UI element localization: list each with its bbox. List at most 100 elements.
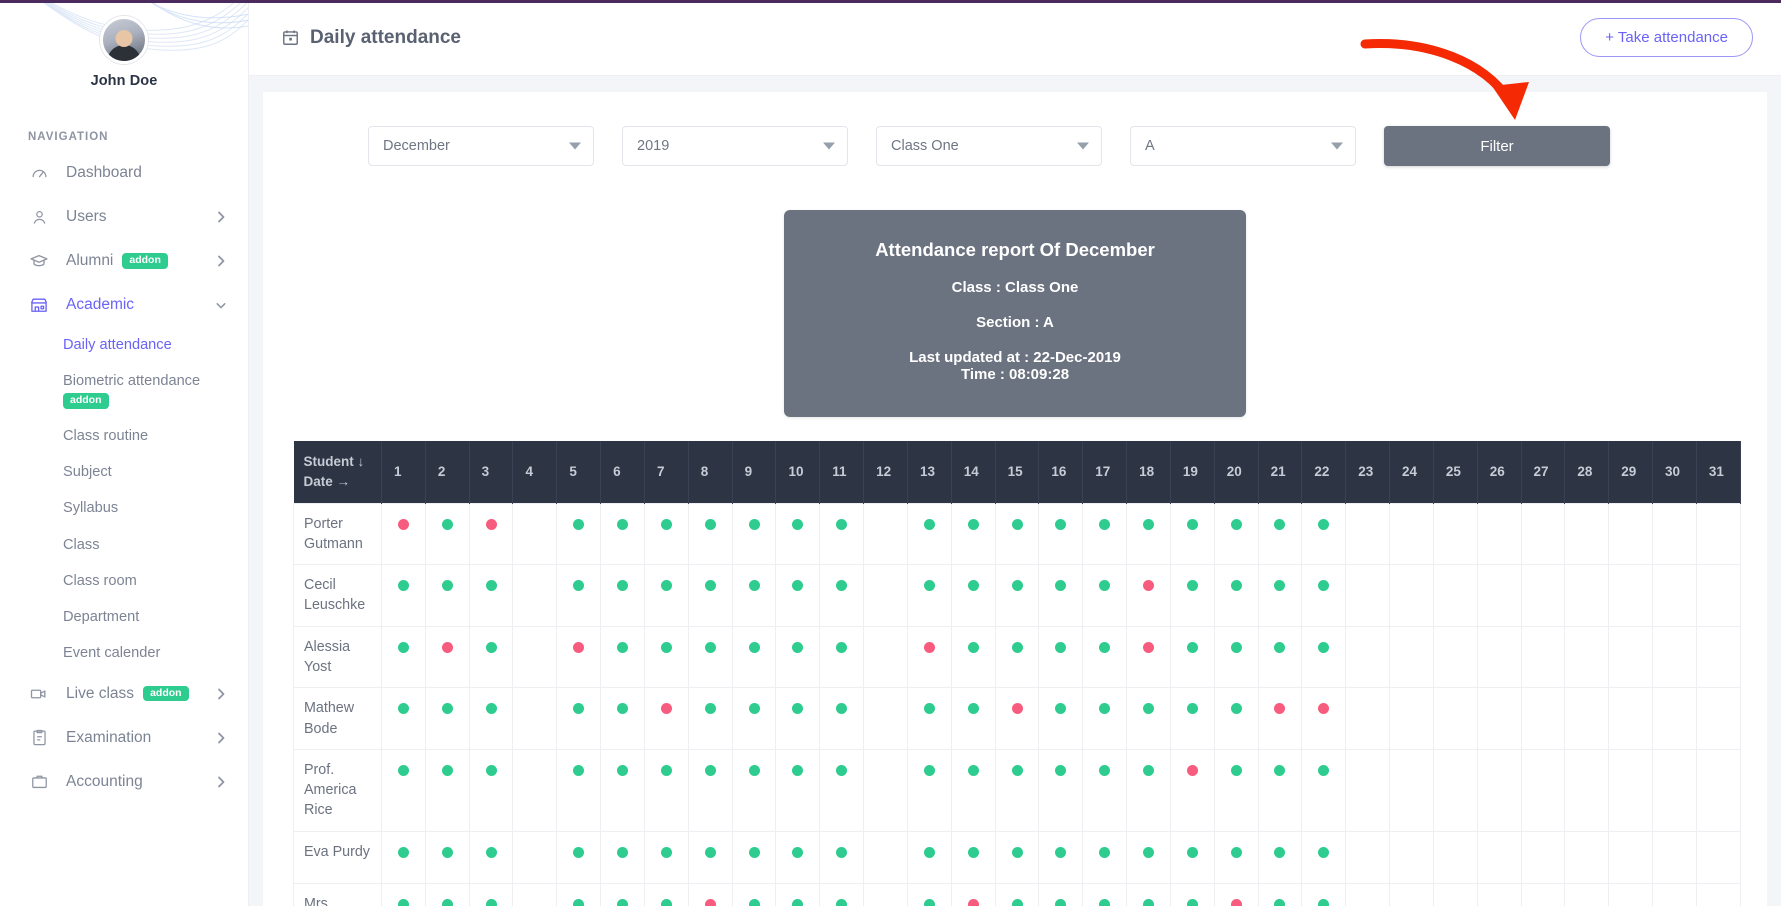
attendance-cell xyxy=(513,749,557,831)
attendance-cell xyxy=(820,883,864,906)
attendance-cell xyxy=(557,565,601,627)
day-header-26: 26 xyxy=(1477,441,1521,503)
sidebar-item-label: Dashboard xyxy=(66,164,226,182)
sidebar-subitem-class-routine[interactable]: Class routine xyxy=(0,418,248,454)
attendance-cell xyxy=(557,503,601,565)
sidebar-subitem-class[interactable]: Class xyxy=(0,527,248,563)
attendance-cell xyxy=(1214,626,1258,688)
sidebar-item-users[interactable]: Users xyxy=(0,195,248,239)
sidebar-item-alumni[interactable]: Alumniaddon xyxy=(0,239,248,283)
present-dot-icon xyxy=(1187,580,1198,591)
attendance-cell xyxy=(1653,565,1697,627)
attendance-cell xyxy=(1433,503,1477,565)
year-select-wrapper: 2019 xyxy=(622,126,848,166)
sidebar-item-examination[interactable]: Examination xyxy=(0,716,248,760)
present-dot-icon xyxy=(1231,703,1242,714)
sidebar-subitem-event-calender[interactable]: Event calender xyxy=(0,635,248,671)
present-dot-icon xyxy=(661,642,672,653)
addon-badge: addon xyxy=(122,253,168,269)
present-dot-icon xyxy=(398,642,409,653)
attendance-table-scroll[interactable]: Student ↓ Date → 12345678910111213141516… xyxy=(263,441,1767,906)
class-select[interactable]: Class One xyxy=(876,126,1102,166)
sidebar-item-academic[interactable]: Academic xyxy=(0,283,248,327)
day-header-31: 31 xyxy=(1696,441,1740,503)
attendance-cell xyxy=(1390,503,1434,565)
day-header-19: 19 xyxy=(1170,441,1214,503)
attendance-cell xyxy=(1258,626,1302,688)
attendance-cell xyxy=(1127,831,1171,883)
sidebar-subitem-syllabus[interactable]: Syllabus xyxy=(0,490,248,526)
sidebar: John Doe NAVIGATION Dashboard Users xyxy=(0,0,249,906)
present-dot-icon xyxy=(968,703,979,714)
avatar[interactable] xyxy=(100,16,148,64)
present-dot-icon xyxy=(1143,765,1154,776)
attendance-cell xyxy=(1433,749,1477,831)
attendance-cell xyxy=(732,688,776,750)
day-header-1: 1 xyxy=(382,441,426,503)
main-content: Daily attendance + Take attendance Decem… xyxy=(249,0,1781,906)
month-select[interactable]: December xyxy=(368,126,594,166)
sidebar-subitem-daily-attendance[interactable]: Daily attendance xyxy=(0,327,248,363)
present-dot-icon xyxy=(1099,765,1110,776)
attendance-cell xyxy=(1346,749,1390,831)
present-dot-icon xyxy=(1274,642,1285,653)
present-dot-icon xyxy=(749,519,760,530)
attendance-cell xyxy=(1346,503,1390,565)
day-header-24: 24 xyxy=(1390,441,1434,503)
year-select[interactable]: 2019 xyxy=(622,126,848,166)
day-header-16: 16 xyxy=(1039,441,1083,503)
calendar-icon xyxy=(281,28,300,47)
attendance-cell xyxy=(864,503,908,565)
present-dot-icon xyxy=(573,847,584,858)
attendance-cell xyxy=(469,883,513,906)
attendance-cell xyxy=(1477,565,1521,627)
attendance-cell xyxy=(557,749,601,831)
sidebar-subitem-class-room[interactable]: Class room xyxy=(0,563,248,599)
attendance-cell xyxy=(1565,749,1609,831)
report-section: Section : A xyxy=(804,314,1226,331)
section-select[interactable]: A xyxy=(1130,126,1356,166)
take-attendance-button[interactable]: + Take attendance xyxy=(1580,18,1753,57)
attendance-cell xyxy=(864,883,908,906)
sidebar-subitem-department[interactable]: Department xyxy=(0,599,248,635)
profile-block: John Doe xyxy=(0,0,248,89)
sidebar-item-dashboard[interactable]: Dashboard xyxy=(0,151,248,195)
present-dot-icon xyxy=(617,703,628,714)
attendance-cell xyxy=(1127,503,1171,565)
attendance-cell xyxy=(1390,831,1434,883)
sidebar-subitem-subject[interactable]: Subject xyxy=(0,454,248,490)
present-dot-icon xyxy=(486,899,497,906)
present-dot-icon xyxy=(1187,847,1198,858)
filter-button[interactable]: Filter xyxy=(1384,126,1610,166)
attendance-cell xyxy=(1258,883,1302,906)
attendance-cell xyxy=(382,749,426,831)
present-dot-icon xyxy=(1012,899,1023,906)
attendance-cell xyxy=(1170,503,1214,565)
sidebar-item-accounting[interactable]: Accounting xyxy=(0,760,248,804)
attendance-cell xyxy=(820,626,864,688)
absent-dot-icon xyxy=(968,899,979,906)
attendance-cell xyxy=(1346,831,1390,883)
attendance-cell xyxy=(820,749,864,831)
sidebar-item-live-class[interactable]: Live classaddon xyxy=(0,672,248,716)
student-name-cell: Eva Purdy xyxy=(294,831,382,883)
present-dot-icon xyxy=(442,847,453,858)
attendance-cell xyxy=(995,626,1039,688)
table-row: Alessia Yost xyxy=(294,626,1741,688)
present-dot-icon xyxy=(661,899,672,906)
present-dot-icon xyxy=(705,519,716,530)
attendance-cell xyxy=(688,749,732,831)
present-dot-icon xyxy=(1055,519,1066,530)
sidebar-subitem-biometric-attendance[interactable]: Biometric attendance addon xyxy=(0,363,248,418)
attendance-cell xyxy=(601,688,645,750)
attendance-cell xyxy=(907,503,951,565)
page-title: Daily attendance xyxy=(281,27,461,49)
attendance-cell xyxy=(1477,626,1521,688)
sidebar-subitem-label: Daily attendance xyxy=(63,337,172,353)
sidebar-subitem-label: Subject xyxy=(63,464,112,480)
present-dot-icon xyxy=(617,899,628,906)
student-name-cell: Porter Gutmann xyxy=(294,503,382,565)
day-header-4: 4 xyxy=(513,441,557,503)
present-dot-icon xyxy=(1012,847,1023,858)
present-dot-icon xyxy=(924,899,935,906)
